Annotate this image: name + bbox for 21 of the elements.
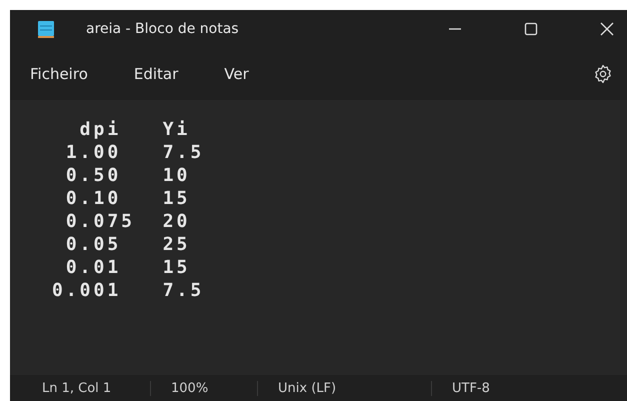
menu-item[interactable]: Editar xyxy=(134,65,178,83)
text-line: 0.01 15 xyxy=(64,256,192,279)
settings-icon[interactable] xyxy=(593,64,613,84)
notepad-icon xyxy=(36,19,56,39)
text-editor[interactable]: dpi Yi 1.00 7.5 0.50 10 0.10 15 0.075 20 0.05 25 0.01 15 0.001 7.5 xyxy=(10,100,627,375)
text-line: 1.00 7.5 xyxy=(64,141,206,164)
status-item: 100% xyxy=(151,380,258,396)
menu-item[interactable]: Ver xyxy=(224,65,249,83)
window-title: areia - Bloco de notas xyxy=(86,21,239,37)
close-icon[interactable] xyxy=(599,21,615,37)
text-line: dpi Yi xyxy=(78,118,192,141)
status-item: Ln 1, Col 1 xyxy=(10,380,151,396)
status-item: UTF-8 xyxy=(451,380,491,396)
text-line: 0.10 15 xyxy=(64,187,192,210)
status-item: Unix (LF) xyxy=(258,380,432,396)
maximize-icon[interactable] xyxy=(523,21,539,37)
text-line: 0.001 7.5 xyxy=(52,279,206,302)
menu-item[interactable]: Ficheiro xyxy=(30,65,88,83)
text-line: 0.075 20 xyxy=(64,210,192,233)
text-line: 0.50 10 xyxy=(64,164,192,187)
text-line: 0.05 25 xyxy=(64,233,192,256)
